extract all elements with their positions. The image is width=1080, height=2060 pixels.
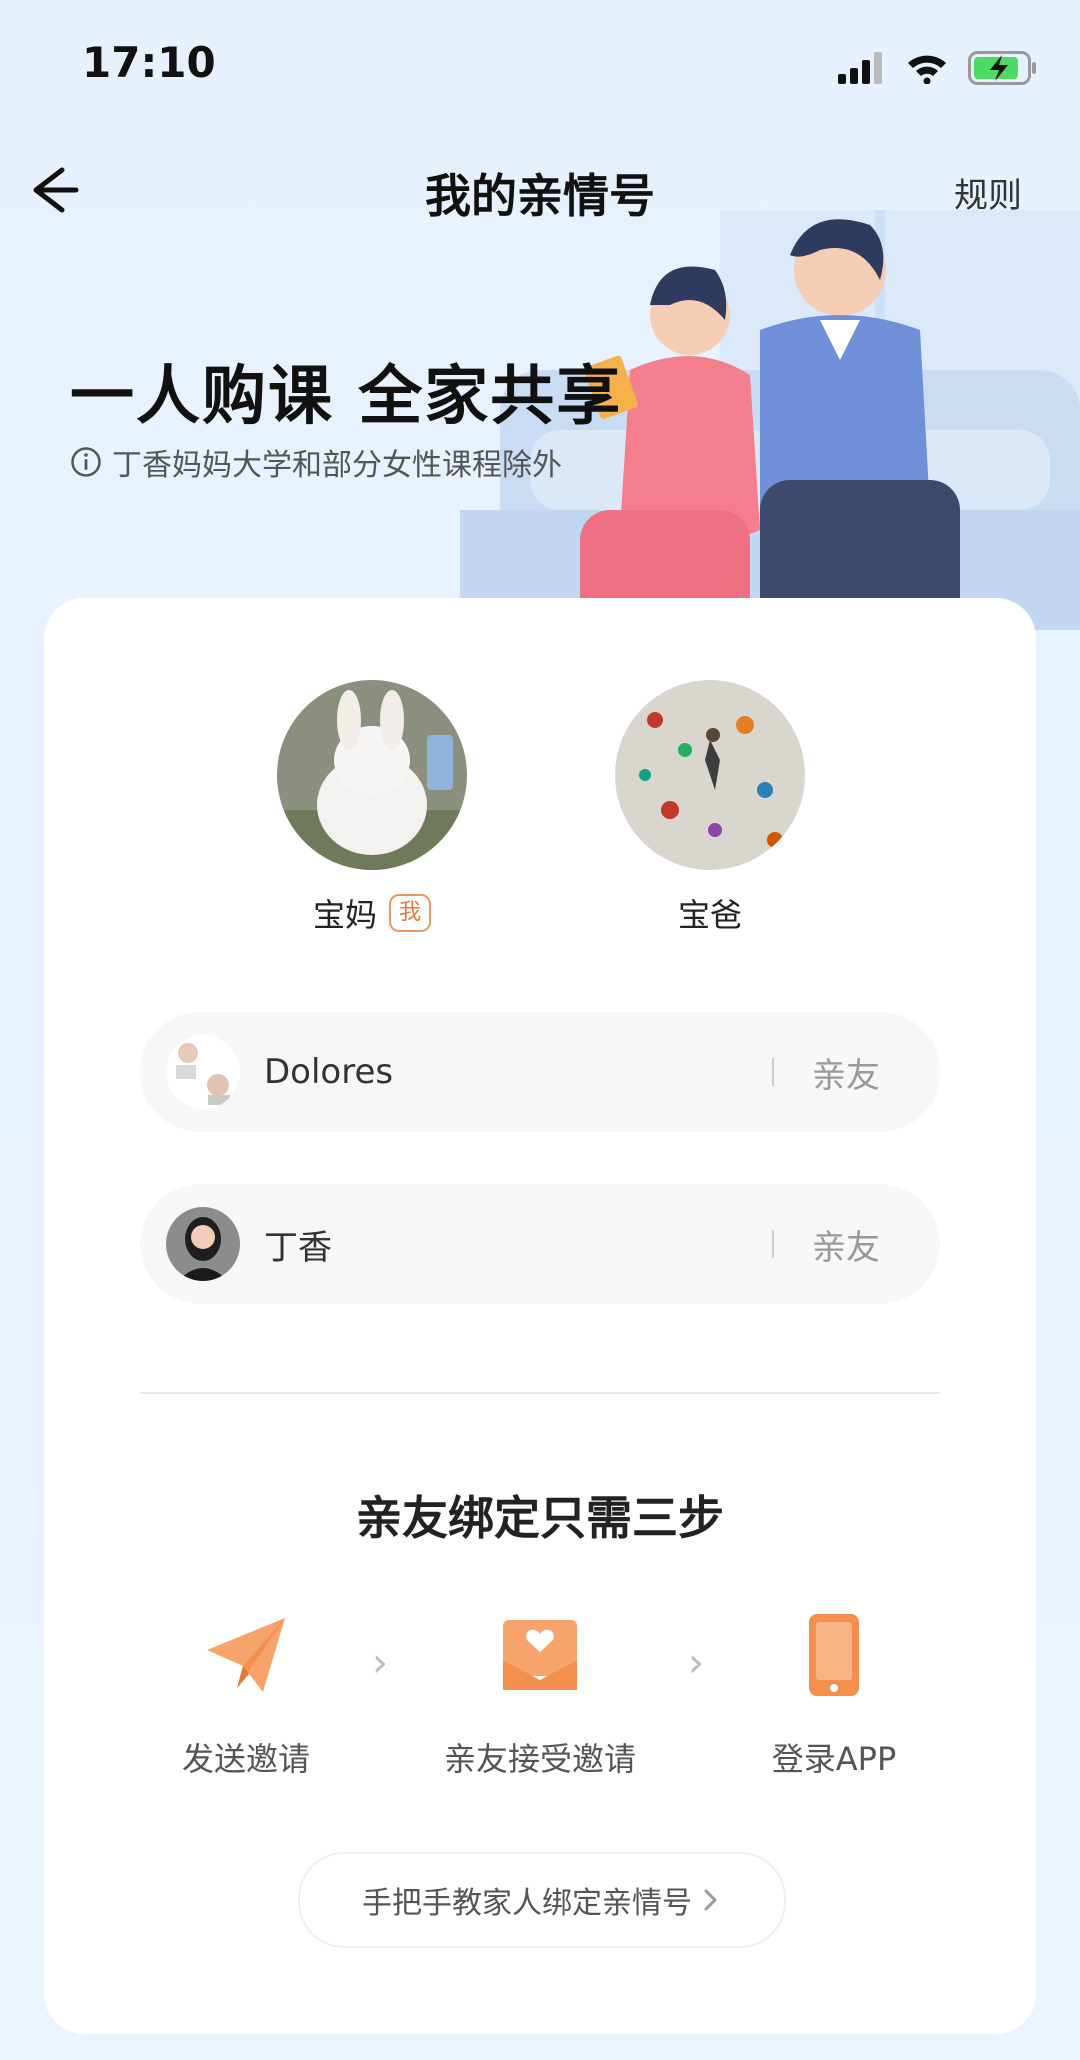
status-time: 17:10 (82, 38, 216, 87)
hero-title: 一人购课 全家共享 (70, 360, 623, 434)
separator (772, 1230, 774, 1258)
tutorial-button[interactable]: 手把手教家人绑定亲情号 (298, 1852, 786, 1948)
avatar (615, 680, 805, 870)
wifi-icon (908, 55, 946, 84)
envelope-heart-icon (503, 1620, 577, 1690)
status-icons (838, 48, 1038, 88)
step-send-invite: 发送邀请 (116, 1610, 376, 1780)
family-card (44, 598, 1036, 2034)
avatar (277, 680, 467, 870)
divider (140, 1392, 940, 1394)
hero-subtitle: 丁香妈妈大学和部分女性课程除外 (112, 448, 562, 483)
avatar (166, 1035, 240, 1109)
avatar (166, 1207, 240, 1281)
friend-relation: 亲友 (812, 1055, 880, 1096)
step-label: 发送邀请 (181, 1740, 310, 1778)
step-label: 登录APP (771, 1740, 897, 1778)
member-dad[interactable]: 宝爸 (610, 680, 810, 936)
signal-icon (838, 52, 882, 84)
friend-name: Dolores (264, 1052, 394, 1092)
member-mom[interactable]: 宝妈 我 (272, 680, 472, 936)
battery-charging-icon (968, 51, 1036, 85)
paper-plane-icon (207, 1618, 285, 1692)
separator (772, 1058, 774, 1086)
member-name: 宝爸 (677, 896, 742, 934)
step-accept-invite: 亲友接受邀请 (410, 1610, 670, 1780)
friend-row-dolores[interactable]: Dolores 亲友 (140, 1012, 940, 1132)
friend-row-dingxiang[interactable]: 丁香 亲友 (140, 1184, 940, 1304)
step-label: 亲友接受邀请 (443, 1740, 636, 1778)
friend-relation: 亲友 (812, 1227, 880, 1268)
steps-title: 亲友绑定只需三步 (356, 1491, 724, 1545)
chevron-right-icon: › (372, 1640, 388, 1686)
chevron-right-icon: › (688, 1640, 704, 1686)
info-icon (71, 447, 101, 477)
hero-subtitle-row: 丁香妈妈大学和部分女性课程除外 (70, 440, 562, 484)
friend-name: 丁香 (264, 1227, 332, 1268)
me-badge: 我 (389, 894, 432, 932)
chevron-right-icon (704, 1889, 717, 1911)
tutorial-button-label: 手把手教家人绑定亲情号 (362, 1886, 692, 1921)
phone-icon (809, 1614, 859, 1696)
step-login-app: 登录APP (704, 1610, 964, 1780)
member-name: 宝妈 (312, 896, 377, 934)
